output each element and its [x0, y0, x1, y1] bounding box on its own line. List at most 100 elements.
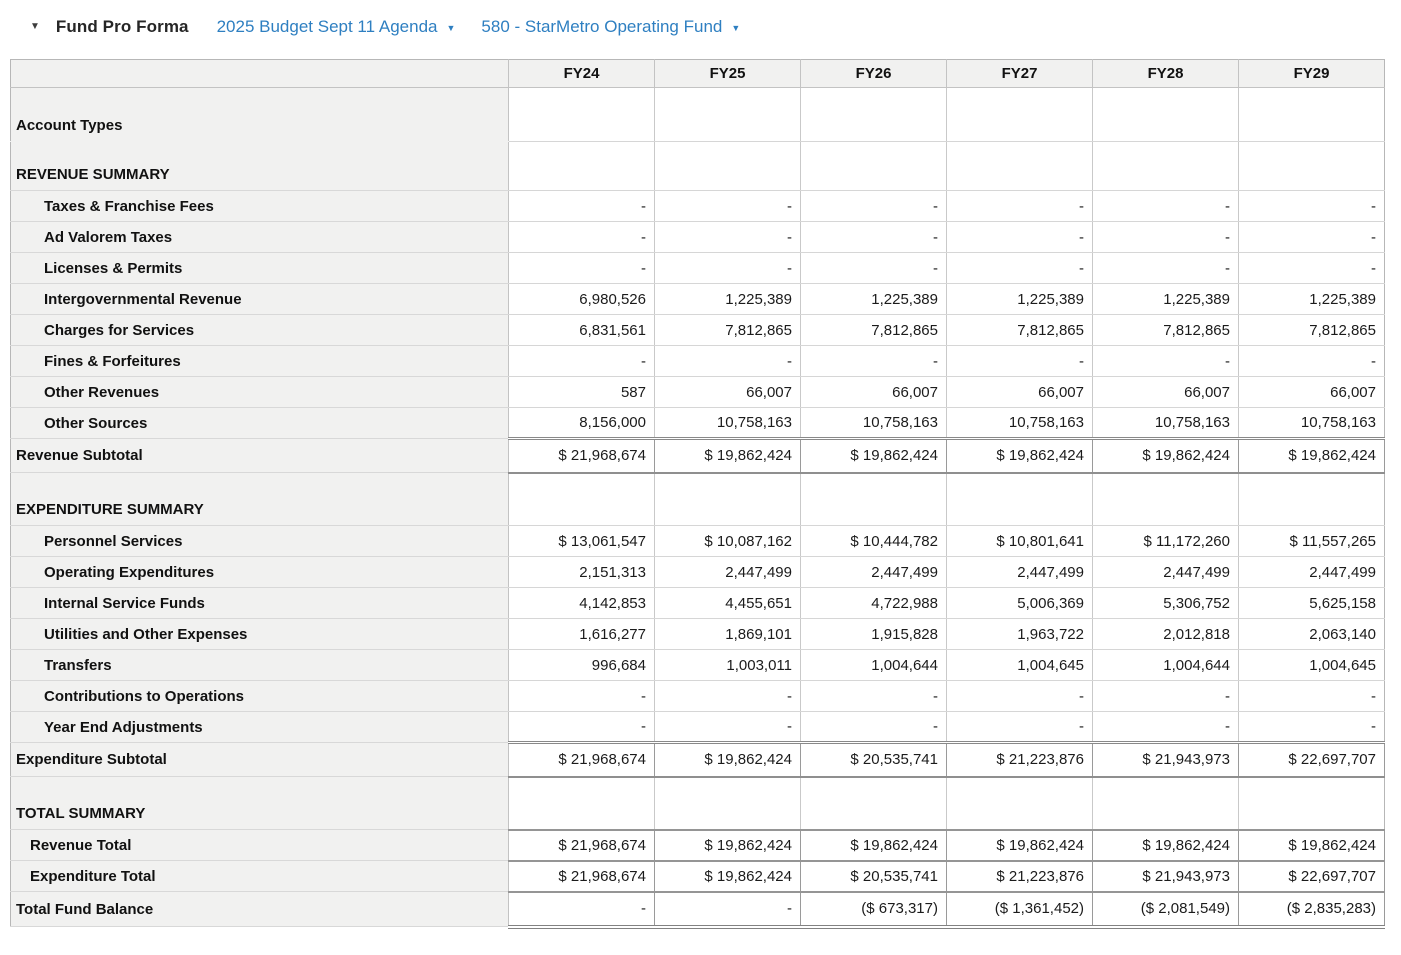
cell-utilities-and-other-expenses-fy24: 1,616,277 [508, 618, 655, 650]
cell-contributions-to-operations-fy29: - [1238, 680, 1385, 712]
cell-expenditure-total-fy24: $ 21,968,674 [508, 859, 655, 893]
table-row-charges-for-services: Charges for Services 6,831,561 7,812,865 7,… [10, 314, 1385, 346]
collapse-caret-icon[interactable]: ▼ [30, 21, 40, 32]
cell-intergovernmental-revenue-fy27: 1,225,389 [946, 283, 1093, 315]
cell-utilities-and-other-expenses-fy25: 1,869,101 [654, 618, 801, 650]
cell-personnel-services-fy27: $ 10,801,641 [946, 525, 1093, 557]
budget-dropdown[interactable]: 2025 Budget Sept 11 Agenda ▼ [217, 17, 456, 37]
cell-personnel-services-fy25: $ 10,087,162 [654, 525, 801, 557]
cell-ad-valorem-taxes-fy27: - [946, 221, 1093, 253]
table-row-account-types: Account Types [10, 87, 1385, 142]
cell-fines-forfeitures-fy24: - [508, 345, 655, 377]
cell-charges-for-services-fy25: 7,812,865 [654, 314, 801, 346]
cell-revenue-summary-fy25 [654, 141, 801, 191]
chevron-down-icon[interactable]: ▼ [446, 21, 455, 33]
cell-revenue-summary-fy28 [1092, 141, 1239, 191]
column-header-fy26: FY26 [800, 59, 947, 88]
row-label-account-types: Account Types [10, 87, 509, 142]
cell-operating-expenditures-fy29: 2,447,499 [1238, 556, 1385, 588]
column-header-fy29: FY29 [1238, 59, 1385, 88]
cell-utilities-and-other-expenses-fy29: 2,063,140 [1238, 618, 1385, 650]
cell-other-sources-fy27: 10,758,163 [946, 407, 1093, 439]
column-header-fy25: FY25 [654, 59, 801, 88]
cell-revenue-summary-fy24 [508, 141, 655, 191]
cell-licenses-permits-fy29: - [1238, 252, 1385, 284]
table-row-revenue-total: Revenue Total $ 21,968,674 $ 19,862,424 $ 1… [10, 828, 1385, 862]
cell-licenses-permits-fy27: - [946, 252, 1093, 284]
cell-fines-forfeitures-fy27: - [946, 345, 1093, 377]
cell-ad-valorem-taxes-fy25: - [654, 221, 801, 253]
row-label-expenditure-subtotal: Expenditure Subtotal [10, 742, 509, 777]
cell-operating-expenditures-fy26: 2,447,499 [800, 556, 947, 588]
cell-revenue-total-fy27: $ 19,862,424 [946, 828, 1093, 862]
cell-transfers-fy29: 1,004,645 [1238, 649, 1385, 681]
cell-personnel-services-fy26: $ 10,444,782 [800, 525, 947, 557]
topbar: ▼ Fund Pro Forma 2025 Budget Sept 11 Age… [0, 0, 1401, 42]
row-label-taxes-franchise-fees: Taxes & Franchise Fees [10, 190, 509, 222]
cell-other-revenues-fy29: 66,007 [1238, 376, 1385, 408]
table-row-total-fund-balance: Total Fund Balance - - ($ 673,317) ($ 1,361,… [10, 890, 1385, 929]
row-label-expenditure-total: Expenditure Total [10, 860, 509, 892]
budget-dropdown-label[interactable]: 2025 Budget Sept 11 Agenda [217, 17, 438, 37]
cell-other-revenues-fy26: 66,007 [800, 376, 947, 408]
cell-total-summary-fy29 [1238, 776, 1385, 830]
cell-expenditure-subtotal-fy29: $ 22,697,707 [1238, 741, 1385, 778]
fund-dropdown-label[interactable]: 580 - StarMetro Operating Fund [481, 17, 722, 37]
cell-year-end-adjustments-fy29: - [1238, 711, 1385, 743]
fund-dropdown[interactable]: 580 - StarMetro Operating Fund ▼ [481, 17, 740, 37]
cell-personnel-services-fy28: $ 11,172,260 [1092, 525, 1239, 557]
row-label-revenue-subtotal: Revenue Subtotal [10, 438, 509, 473]
cell-revenue-summary-fy27 [946, 141, 1093, 191]
cell-expenditure-summary-fy26 [800, 472, 947, 526]
row-label-utilities-and-other-expenses: Utilities and Other Expenses [10, 618, 509, 650]
cell-expenditure-total-fy28: $ 21,943,973 [1092, 859, 1239, 893]
cell-transfers-fy25: 1,003,011 [654, 649, 801, 681]
cell-account-types-fy25 [654, 87, 801, 142]
table-row-other-sources: Other Sources 8,156,000 10,758,163 10,758,1… [10, 407, 1385, 439]
cell-total-summary-fy25 [654, 776, 801, 830]
row-label-total-fund-balance: Total Fund Balance [10, 891, 509, 927]
column-header-fy24: FY24 [508, 59, 655, 88]
cell-licenses-permits-fy28: - [1092, 252, 1239, 284]
row-label-transfers: Transfers [10, 649, 509, 681]
cell-expenditure-total-fy27: $ 21,223,876 [946, 859, 1093, 893]
table-row-expenditure-summary: EXPENDITURE SUMMARY [10, 472, 1385, 526]
cell-charges-for-services-fy27: 7,812,865 [946, 314, 1093, 346]
cell-expenditure-subtotal-fy26: $ 20,535,741 [800, 741, 947, 778]
row-label-charges-for-services: Charges for Services [10, 314, 509, 346]
cell-contributions-to-operations-fy28: - [1092, 680, 1239, 712]
column-header-fy27: FY27 [946, 59, 1093, 88]
chevron-down-icon[interactable]: ▼ [731, 21, 740, 33]
cell-transfers-fy26: 1,004,644 [800, 649, 947, 681]
table-corner-cell [10, 59, 509, 88]
cell-charges-for-services-fy26: 7,812,865 [800, 314, 947, 346]
cell-account-types-fy24 [508, 87, 655, 142]
row-label-contributions-to-operations: Contributions to Operations [10, 680, 509, 712]
cell-licenses-permits-fy25: - [654, 252, 801, 284]
cell-contributions-to-operations-fy24: - [508, 680, 655, 712]
cell-internal-service-funds-fy29: 5,625,158 [1238, 587, 1385, 619]
cell-expenditure-subtotal-fy25: $ 19,862,424 [654, 741, 801, 778]
cell-utilities-and-other-expenses-fy28: 2,012,818 [1092, 618, 1239, 650]
cell-fines-forfeitures-fy29: - [1238, 345, 1385, 377]
cell-contributions-to-operations-fy25: - [654, 680, 801, 712]
cell-expenditure-summary-fy24 [508, 472, 655, 526]
cell-personnel-services-fy24: $ 13,061,547 [508, 525, 655, 557]
row-label-intergovernmental-revenue: Intergovernmental Revenue [10, 283, 509, 315]
cell-operating-expenditures-fy28: 2,447,499 [1092, 556, 1239, 588]
table-row-taxes-franchise-fees: Taxes & Franchise Fees - - - - - - [10, 190, 1385, 222]
cell-expenditure-total-fy29: $ 22,697,707 [1238, 859, 1385, 893]
cell-revenue-total-fy29: $ 19,862,424 [1238, 828, 1385, 862]
table-row-revenue-summary: REVENUE SUMMARY [10, 141, 1385, 191]
cell-charges-for-services-fy29: 7,812,865 [1238, 314, 1385, 346]
cell-expenditure-subtotal-fy24: $ 21,968,674 [508, 741, 655, 778]
cell-total-fund-balance-fy24: - [508, 890, 655, 929]
row-label-other-sources: Other Sources [10, 407, 509, 439]
cell-revenue-total-fy24: $ 21,968,674 [508, 828, 655, 862]
cell-ad-valorem-taxes-fy26: - [800, 221, 947, 253]
cell-year-end-adjustments-fy25: - [654, 711, 801, 743]
cell-taxes-franchise-fees-fy28: - [1092, 190, 1239, 222]
cell-total-fund-balance-fy26: ($ 673,317) [800, 890, 947, 929]
cell-intergovernmental-revenue-fy29: 1,225,389 [1238, 283, 1385, 315]
row-label-revenue-total: Revenue Total [10, 829, 509, 861]
